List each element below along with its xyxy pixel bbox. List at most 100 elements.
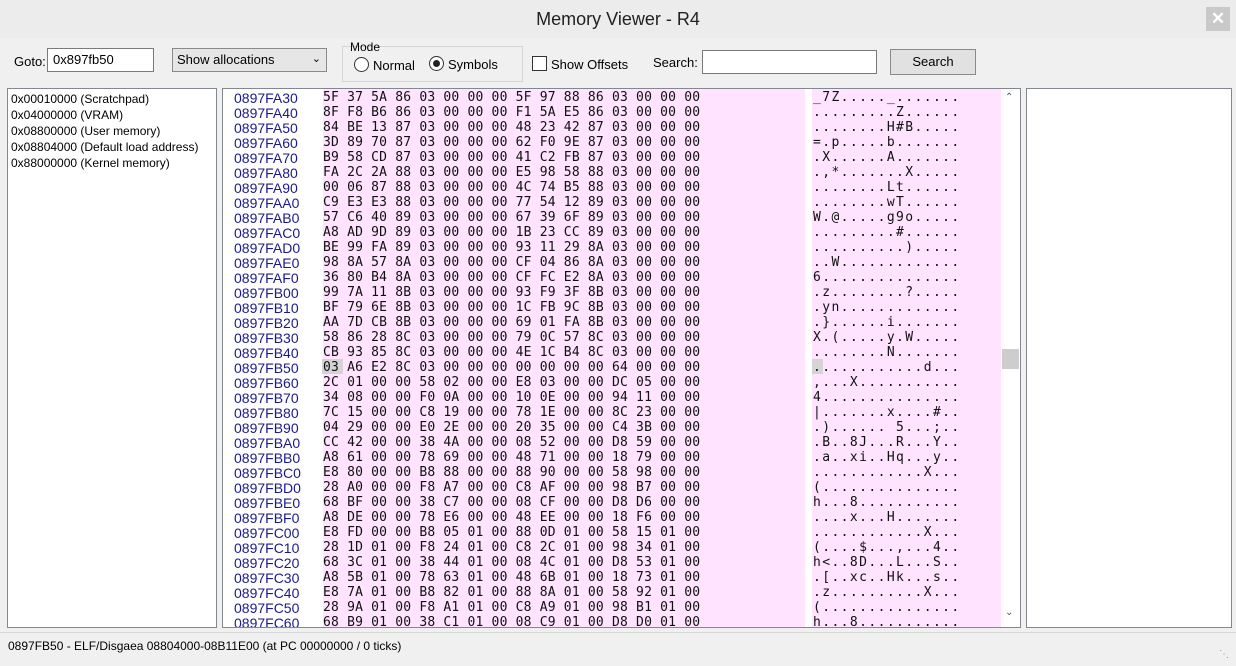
hex-row-ascii[interactable]: X.(.....y.W..... <box>813 330 961 345</box>
hex-row-ascii[interactable]: h...8........... <box>813 615 961 627</box>
hex-row-ascii[interactable]: |.......x....#.. <box>813 405 961 420</box>
hex-row-address[interactable]: 0897FA90 <box>234 180 298 196</box>
allocations-list[interactable]: 0x00010000 (Scratchpad) 0x04000000 (VRAM… <box>7 88 217 628</box>
hex-row-address[interactable]: 0897FAD0 <box>234 240 300 256</box>
hex-row-ascii[interactable]: ............X... <box>813 465 961 480</box>
hex-row-address[interactable]: 0897FC10 <box>234 540 299 556</box>
hex-row-bytes[interactable]: A8 61 00 00 78 69 00 00 48 71 00 00 18 7… <box>323 450 700 465</box>
hex-row-ascii[interactable]: ........N....... <box>813 345 961 360</box>
hex-row-ascii[interactable]: .,*.......X..... <box>813 165 961 180</box>
hex-row-ascii[interactable]: ........H#B..... <box>813 120 961 135</box>
mode-symbols-label[interactable]: Symbols <box>448 57 498 72</box>
hex-row-ascii[interactable]: =.p.....b....... <box>813 135 961 150</box>
hex-row-ascii[interactable]: 6............... <box>813 270 961 285</box>
hex-row-bytes[interactable]: BF 79 6E 8B 03 00 00 00 1C FB 9C 8B 03 0… <box>323 300 700 315</box>
allocations-dropdown[interactable]: Show allocations ⌄ <box>172 48 327 72</box>
hex-row-ascii[interactable]: .z..........X... <box>813 585 961 600</box>
list-item[interactable]: 0x08804000 (Default load address) <box>11 139 213 155</box>
hex-row-address[interactable]: 0897FB90 <box>234 420 299 436</box>
hex-row-bytes[interactable]: 28 A0 00 00 F8 A7 00 00 C8 AF 00 00 98 B… <box>323 480 700 495</box>
hex-row-bytes[interactable]: 68 BF 00 00 38 C7 00 00 08 CF 00 00 D8 D… <box>323 495 700 510</box>
hex-row-ascii[interactable]: .........Z...... <box>813 105 961 120</box>
hex-row-bytes[interactable]: E8 7A 01 00 B8 82 01 00 88 8A 01 00 58 9… <box>323 585 700 600</box>
hex-row-address[interactable]: 0897FC00 <box>234 525 299 541</box>
symbols-pane[interactable] <box>1026 88 1232 628</box>
hex-row-address[interactable]: 0897FB70 <box>234 390 299 406</box>
hex-row-address[interactable]: 0897FA60 <box>234 135 298 151</box>
hex-row-bytes[interactable]: 68 3C 01 00 38 44 01 00 08 4C 01 00 D8 5… <box>323 555 700 570</box>
hex-row-bytes[interactable]: E8 80 00 00 B8 88 00 00 88 90 00 00 58 9… <box>323 465 700 480</box>
list-item[interactable]: 0x88000000 (Kernel memory) <box>11 155 213 171</box>
show-offsets-label[interactable]: Show Offsets <box>551 57 628 72</box>
hex-row-ascii[interactable]: .}......i....... <box>813 315 961 330</box>
hex-row-address[interactable]: 0897FC50 <box>234 600 299 616</box>
hex-row-ascii[interactable]: ............X... <box>813 525 961 540</box>
hex-row-bytes[interactable]: 00 06 87 88 03 00 00 00 4C 74 B5 88 03 0… <box>323 180 700 195</box>
hex-row-ascii[interactable]: 4............... <box>813 390 961 405</box>
hex-row-ascii[interactable]: ..........)..... <box>813 240 961 255</box>
hex-row-ascii[interactable]: .)...... 5...;.. <box>813 420 961 435</box>
hex-row-address[interactable]: 0897FB10 <box>234 300 299 316</box>
hex-row-bytes[interactable]: 3D 89 70 87 03 00 00 00 62 F0 9E 87 03 0… <box>323 135 700 150</box>
hex-row-bytes[interactable]: BE 99 FA 89 03 00 00 00 93 11 29 8A 03 0… <box>323 240 700 255</box>
hex-row-ascii[interactable]: ........Lt...... <box>813 180 961 195</box>
hex-row-address[interactable]: 0897FB40 <box>234 345 299 361</box>
hex-row-address[interactable]: 0897FB00 <box>234 285 299 301</box>
mode-normal-label[interactable]: Normal <box>373 58 415 73</box>
hex-row-ascii[interactable]: ........wT...... <box>813 195 961 210</box>
hex-row-ascii[interactable]: .........#...... <box>813 225 961 240</box>
hex-row-address[interactable]: 0897FB60 <box>234 375 299 391</box>
hex-row-ascii[interactable]: _7Z....._....... <box>813 90 961 105</box>
hex-row-address[interactable]: 0897FAC0 <box>234 225 300 241</box>
hex-row-bytes[interactable]: CC 42 00 00 38 4A 00 00 08 52 00 00 D8 5… <box>323 435 700 450</box>
vertical-scrollbar[interactable]: ⌃ ⌄ <box>1001 89 1020 627</box>
resize-grip-icon[interactable]: ⋱ <box>1219 649 1229 660</box>
mode-symbols-radio[interactable] <box>429 56 444 71</box>
hex-row-bytes[interactable]: FA 2C 2A 88 03 00 00 00 E5 98 58 88 03 0… <box>323 165 700 180</box>
hex-row-address[interactable]: 0897FBB0 <box>234 450 300 466</box>
hex-row-ascii[interactable]: (............... <box>813 600 961 615</box>
scroll-thumb[interactable] <box>1002 349 1019 369</box>
hex-row-address[interactable]: 0897FBE0 <box>234 495 300 511</box>
hex-row-address[interactable]: 0897FA70 <box>234 150 298 166</box>
hex-row-ascii[interactable]: ..W............. <box>813 255 961 270</box>
hex-row-bytes[interactable]: A8 DE 00 00 78 E6 00 00 48 EE 00 00 18 F… <box>323 510 700 525</box>
hex-row-bytes[interactable]: E8 FD 00 00 B8 05 01 00 88 0D 01 00 58 1… <box>323 525 700 540</box>
hex-row-bytes[interactable]: 2C 01 00 00 58 02 00 00 E8 03 00 00 DC 0… <box>323 375 700 390</box>
hex-row-address[interactable]: 0897FB20 <box>234 315 299 331</box>
hex-row-address[interactable]: 0897FB30 <box>234 330 299 346</box>
hex-row-address[interactable]: 0897FC60 <box>234 615 299 627</box>
hex-row-bytes[interactable]: A8 5B 01 00 78 63 01 00 48 6B 01 00 18 7… <box>323 570 700 585</box>
hex-row-address[interactable]: 0897FA50 <box>234 120 298 136</box>
hex-row-ascii[interactable]: W.@.....g9o..... <box>813 210 961 225</box>
hex-view[interactable]: 0897FA30 5F 37 5A 86 03 00 00 00 5F 97 88… <box>222 88 1021 628</box>
hex-row-bytes[interactable]: B9 58 CD 87 03 00 00 00 41 C2 FB 87 03 0… <box>323 150 700 165</box>
hex-row-ascii[interactable]: ....x...H....... <box>813 510 961 525</box>
hex-row-address[interactable]: 0897FBD0 <box>234 480 301 496</box>
hex-row-ascii[interactable]: .X......A....... <box>813 150 961 165</box>
hex-row-ascii[interactable]: (....$...,...4.. <box>813 540 961 555</box>
hex-row-bytes[interactable]: 7C 15 00 00 C8 19 00 00 78 1E 00 00 8C 2… <box>323 405 700 420</box>
hex-row-bytes[interactable]: 8F F8 B6 86 03 00 00 00 F1 5A E5 86 03 0… <box>323 105 700 120</box>
hex-row-bytes[interactable]: 34 08 00 00 F0 0A 00 00 10 0E 00 00 94 1… <box>323 390 700 405</box>
hex-row-address[interactable]: 0897FBC0 <box>234 465 301 481</box>
list-item[interactable]: 0x04000000 (VRAM) <box>11 107 213 123</box>
hex-row-address[interactable]: 0897FAE0 <box>234 255 299 271</box>
hex-row-address[interactable]: 0897FB50 <box>234 360 299 376</box>
hex-row-address[interactable]: 0897FC20 <box>234 555 299 571</box>
close-icon[interactable]: ✕ <box>1206 7 1230 31</box>
hex-row-bytes[interactable]: 57 C6 40 89 03 00 00 00 67 39 6F 89 03 0… <box>323 210 700 225</box>
scroll-up-icon[interactable]: ⌃ <box>1005 92 1013 103</box>
hex-row-bytes[interactable]: 84 BE 13 87 03 00 00 00 48 23 42 87 03 0… <box>323 120 700 135</box>
hex-row-ascii[interactable]: ............d... <box>813 360 961 375</box>
hex-row-ascii[interactable]: .a..xi..Hq...y.. <box>813 450 961 465</box>
goto-input[interactable]: 0x897fb50 <box>47 48 154 72</box>
hex-row-bytes[interactable]: 98 8A 57 8A 03 00 00 00 CF 04 86 8A 03 0… <box>323 255 700 270</box>
hex-row-bytes[interactable]: A8 AD 9D 89 03 00 00 00 1B 23 CC 89 03 0… <box>323 225 700 240</box>
hex-row-ascii[interactable]: .[..xc..Hk...s.. <box>813 570 961 585</box>
hex-row-ascii[interactable]: .z........?..... <box>813 285 961 300</box>
hex-row-address[interactable]: 0897FA80 <box>234 165 298 181</box>
hex-row-address[interactable]: 0897FC40 <box>234 585 299 601</box>
hex-row-address[interactable]: 0897FBA0 <box>234 435 300 451</box>
hex-row-ascii[interactable]: h...8........... <box>813 495 961 510</box>
